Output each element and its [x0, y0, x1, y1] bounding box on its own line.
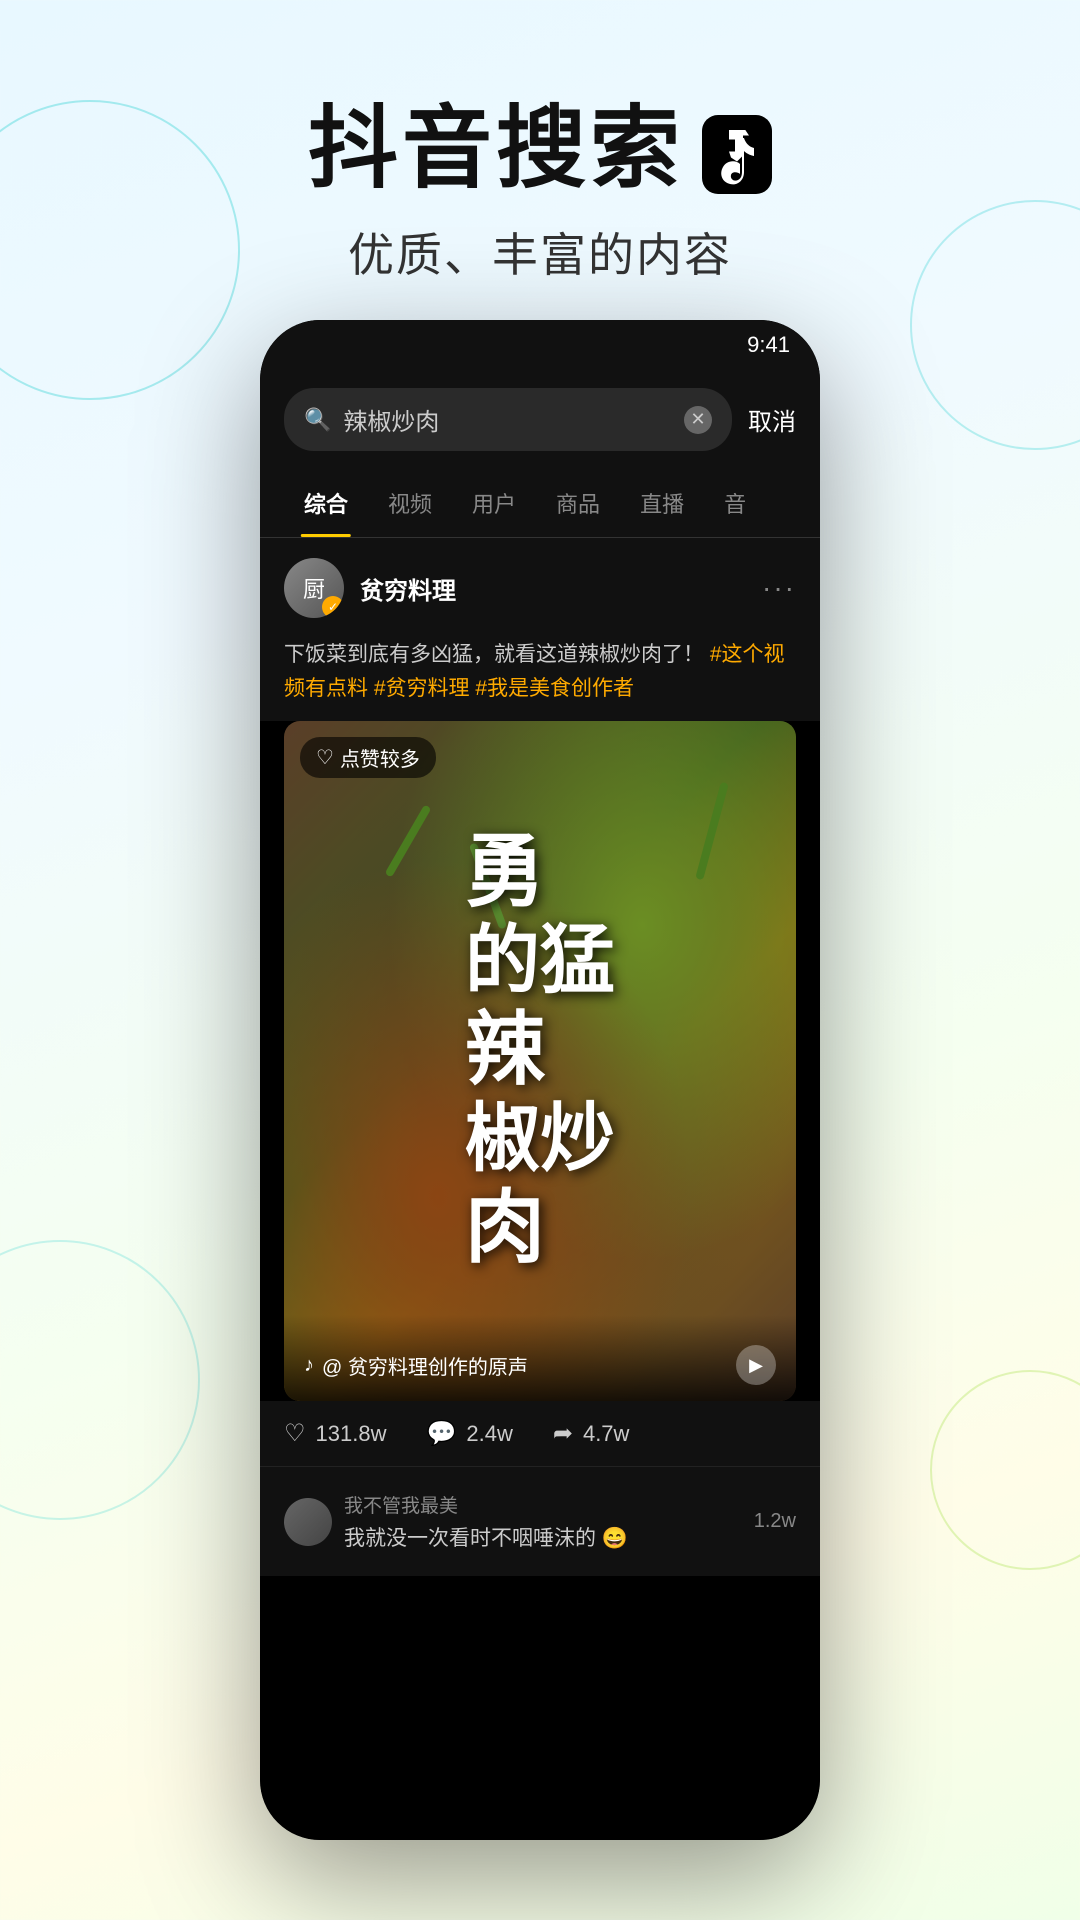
- video-text-line1: 勇: [465, 827, 615, 919]
- description-area: 下饭菜到底有多凶猛，就看这道辣椒炒肉了！ #这个视频有点料 #贫穷料理 #我是美…: [260, 638, 820, 721]
- tab-音乐[interactable]: 音: [704, 469, 766, 537]
- comment-text: 我就没一次看时不咽唾沫的 😄: [344, 1522, 742, 1552]
- video-text-line4: 椒炒: [465, 1097, 615, 1183]
- tab-视频[interactable]: 视频: [368, 469, 452, 537]
- search-icon: 🔍: [304, 407, 331, 433]
- cancel-button[interactable]: 取消: [748, 402, 796, 437]
- more-options-button[interactable]: ···: [762, 572, 796, 604]
- music-note-icon: ♪: [304, 1354, 314, 1377]
- tab-综合[interactable]: 综合: [284, 469, 368, 537]
- header-area: 抖音搜索 优质、丰富的内容: [0, 0, 1080, 345]
- commenter-avatar: [284, 1498, 332, 1546]
- user-card: ✓ 贫穷料理 ···: [260, 538, 820, 638]
- search-input-box[interactable]: 🔍 辣椒炒肉 ✕: [284, 388, 732, 451]
- video-sound-info: ♪ @ 贫穷料理创作的原声: [304, 1351, 528, 1380]
- main-title: 抖音搜索: [308, 100, 772, 199]
- heart-icon: ♡: [316, 745, 334, 770]
- likes-badge: ♡ 点赞较多: [300, 737, 436, 778]
- comment-item: 我不管我最美 我就没一次看时不咽唾沫的 😄 1.2w: [284, 1483, 796, 1560]
- share-icon: ➦: [553, 1419, 573, 1448]
- comments-count: 2.4w: [466, 1421, 512, 1447]
- comments-stat[interactable]: 💬 2.4w: [426, 1419, 512, 1448]
- user-name: 贫穷料理: [360, 571, 746, 606]
- video-text-line2: 的猛: [465, 919, 615, 1005]
- tab-直播[interactable]: 直播: [620, 469, 704, 537]
- avatar: ✓: [284, 558, 344, 618]
- sound-label: @ 贫穷料理创作的原声: [322, 1351, 528, 1380]
- verified-badge: ✓: [322, 596, 344, 618]
- shares-count: 4.7w: [583, 1421, 629, 1447]
- comment-likes-count: 1.2w: [754, 1510, 796, 1533]
- commenter-name: 我不管我最美: [344, 1491, 742, 1518]
- comment-section: 我不管我最美 我就没一次看时不咽唾沫的 😄 1.2w: [260, 1466, 820, 1576]
- tab-商品[interactable]: 商品: [536, 469, 620, 537]
- deco-circle-br: [930, 1370, 1080, 1570]
- phone-inner: 9:41 🔍 辣椒炒肉 ✕ 取消 综合 视频 用户 商品 直播 音 ✓ 贫穷料理: [260, 320, 820, 1840]
- shares-stat[interactable]: ➦ 4.7w: [553, 1419, 630, 1448]
- tab-用户[interactable]: 用户: [452, 469, 536, 537]
- likes-stat[interactable]: ♡ 131.8w: [284, 1419, 386, 1448]
- phone-mockup: 9:41 🔍 辣椒炒肉 ✕ 取消 综合 视频 用户 商品 直播 音 ✓ 贫穷料理: [260, 320, 820, 1840]
- video-bottom-bar: ♪ @ 贫穷料理创作的原声 ▶: [284, 1315, 796, 1401]
- desc-text: 下饭菜到底有多凶猛，就看这道辣椒炒肉了！: [284, 643, 704, 666]
- deco-circle-bl: [0, 1240, 200, 1520]
- status-time: 9:41: [747, 332, 790, 358]
- play-button[interactable]: ▶: [736, 1345, 776, 1385]
- clear-button[interactable]: ✕: [684, 406, 712, 434]
- status-bar: 9:41: [260, 320, 820, 370]
- search-query: 辣椒炒肉: [343, 402, 672, 437]
- video-thumbnail[interactable]: ♡ 点赞较多 勇 的猛 辣 椒炒 肉 ♪ @ 贫穷料理创作的原声 ▶: [284, 721, 796, 1401]
- tiktok-logo-icon: [702, 115, 772, 185]
- search-bar-area[interactable]: 🔍 辣椒炒肉 ✕ 取消: [260, 370, 820, 469]
- likes-badge-text: 点赞较多: [340, 743, 420, 772]
- likes-count: 131.8w: [316, 1421, 387, 1447]
- video-text-line3: 辣: [465, 1005, 615, 1097]
- comment-icon: 💬: [426, 1419, 456, 1448]
- tab-bar: 综合 视频 用户 商品 直播 音: [260, 469, 820, 538]
- like-icon: ♡: [284, 1419, 306, 1448]
- sub-title: 优质、丰富的内容: [0, 219, 1080, 285]
- video-text-line5: 肉: [465, 1183, 615, 1275]
- stats-bar: ♡ 131.8w 💬 2.4w ➦ 4.7w: [260, 1401, 820, 1466]
